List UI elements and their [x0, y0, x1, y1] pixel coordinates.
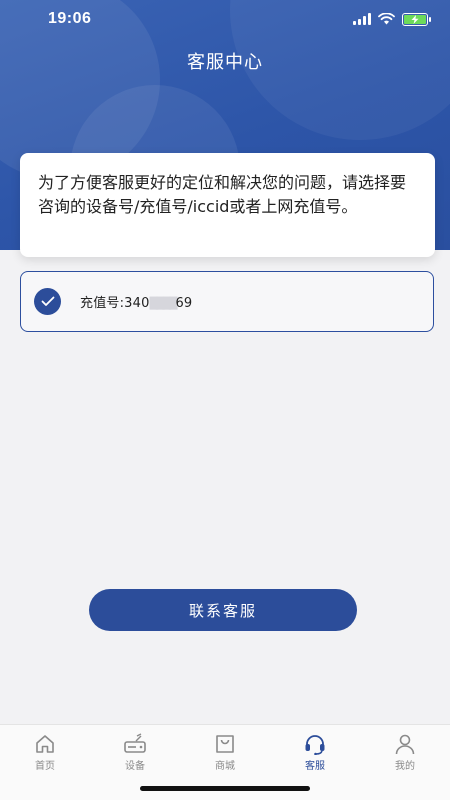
instruction-text: 为了方便客服更好的定位和解决您的问题，请选择要咨询的设备号/充值号/iccid或… — [38, 173, 407, 216]
tab-home[interactable]: 首页 — [10, 733, 80, 800]
shopping-bag-icon — [216, 735, 234, 753]
instruction-card: 为了方便客服更好的定位和解决您的问题，请选择要咨询的设备号/充值号/iccid或… — [20, 153, 435, 257]
recharge-number-label: 充值号:340████69 — [80, 292, 192, 311]
recharge-number-option[interactable]: 充值号:340████69 — [20, 271, 434, 332]
contact-support-button[interactable]: 联系客服 — [89, 589, 357, 631]
router-icon — [124, 733, 146, 753]
tab-customer-service-label: 客服 — [305, 761, 325, 772]
checkbox-checked[interactable] — [34, 288, 61, 315]
status-icons — [353, 12, 431, 26]
status-time: 19:06 — [48, 10, 92, 27]
home-icon — [36, 735, 54, 753]
tab-mall-label: 商城 — [215, 761, 235, 772]
checkmark-icon — [41, 296, 54, 306]
tab-profile-label: 我的 — [395, 761, 415, 772]
charging-bolt-icon — [411, 14, 419, 24]
user-icon — [395, 734, 415, 755]
battery-icon — [402, 12, 431, 26]
recharge-number-masked: ████ — [149, 297, 178, 310]
tab-profile[interactable]: 我的 — [370, 733, 440, 800]
tab-home-label: 首页 — [35, 761, 55, 772]
wifi-icon — [378, 13, 395, 25]
recharge-number-suffix: 69 — [175, 296, 193, 311]
recharge-number-prefix: 充值号:340 — [80, 296, 150, 311]
home-indicator[interactable] — [140, 786, 310, 791]
headset-icon — [305, 735, 325, 755]
cellular-signal-icon — [353, 13, 371, 25]
status-bar: 19:06 — [0, 0, 450, 38]
page-title: 客服中心 — [187, 52, 263, 73]
tab-devices-label: 设备 — [125, 761, 145, 772]
